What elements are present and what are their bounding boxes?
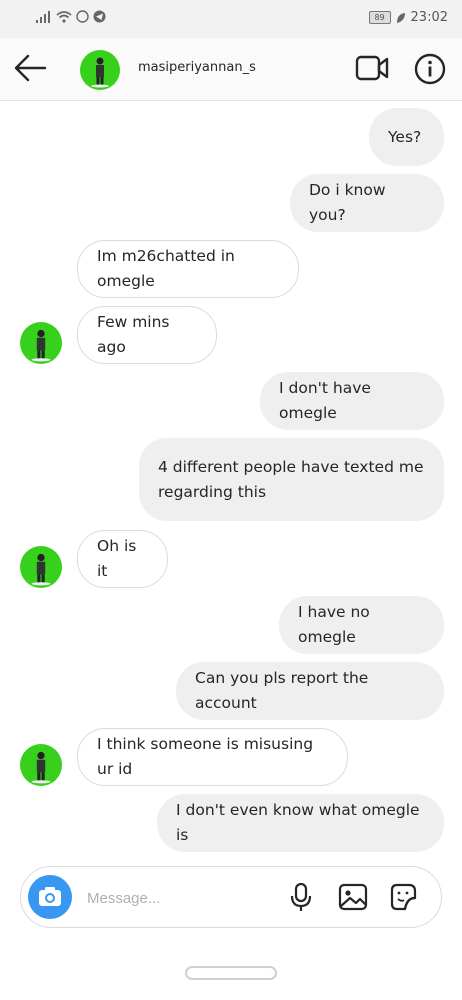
video-call-icon[interactable] <box>354 52 390 84</box>
message-input[interactable] <box>85 885 269 911</box>
person-figure-icon <box>31 329 51 362</box>
leaf-icon <box>396 12 405 23</box>
message-outgoing[interactable]: I don't have omegle <box>260 372 444 430</box>
message-outgoing[interactable]: I have no omegle <box>279 596 444 654</box>
camera-icon <box>39 887 61 906</box>
message-incoming[interactable]: I think someone is misusing ur id <box>77 728 348 786</box>
status-bar: 89 23:02 <box>0 0 462 38</box>
gallery-icon[interactable] <box>337 881 369 913</box>
message-outgoing[interactable]: Do i know you? <box>290 174 444 232</box>
message-outgoing[interactable]: Yes? <box>369 108 444 166</box>
chat-username[interactable]: masiperiyannan_s <box>138 60 256 75</box>
status-icons-left <box>36 10 106 23</box>
message-outgoing[interactable]: I don't even know what omegle is <box>157 794 444 852</box>
message-incoming[interactable]: Im m26chatted in omegle <box>77 240 299 298</box>
sender-avatar[interactable] <box>20 744 62 786</box>
microphone-icon[interactable] <box>285 881 317 913</box>
message-outgoing[interactable]: 4 different people have texted me regard… <box>139 438 444 521</box>
back-arrow-icon[interactable] <box>12 52 48 84</box>
message-incoming[interactable]: Few mins ago <box>77 306 217 364</box>
message-outgoing[interactable]: Can you pls report the account <box>176 662 444 720</box>
header-avatar[interactable] <box>80 50 120 90</box>
wifi-icon <box>56 10 72 23</box>
home-indicator[interactable] <box>185 966 277 980</box>
camera-button[interactable] <box>28 875 72 919</box>
message-composer <box>20 866 442 928</box>
person-figure-icon <box>31 553 51 586</box>
battery-indicator: 89 <box>368 11 391 24</box>
sender-avatar[interactable] <box>20 322 62 364</box>
signal-icon <box>36 10 50 23</box>
chat-header: masiperiyannan_s <box>0 38 462 101</box>
sender-avatar[interactable] <box>20 546 62 588</box>
status-icons-right: 89 23:02 <box>368 10 448 25</box>
person-figure-icon <box>91 57 109 88</box>
telegram-icon <box>93 10 106 23</box>
info-icon[interactable] <box>413 52 447 86</box>
whatsapp-icon <box>76 10 89 23</box>
status-time: 23:02 <box>410 10 448 25</box>
person-figure-icon <box>31 751 51 784</box>
sticker-icon[interactable] <box>387 881 419 913</box>
message-incoming[interactable]: Oh is it <box>77 530 168 588</box>
